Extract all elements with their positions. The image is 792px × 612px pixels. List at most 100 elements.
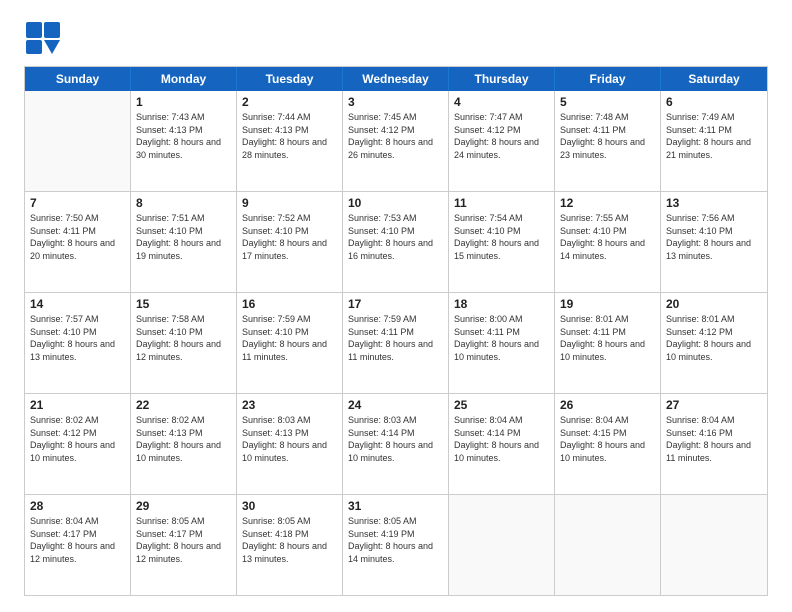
calendar-cell: [555, 495, 661, 595]
cell-info: Sunrise: 7:47 AMSunset: 4:12 PMDaylight:…: [454, 111, 549, 161]
day-number: 19: [560, 296, 655, 312]
day-number: 9: [242, 195, 337, 211]
weekday-header: Tuesday: [237, 67, 343, 91]
cell-info: Sunrise: 7:59 AMSunset: 4:11 PMDaylight:…: [348, 313, 443, 363]
calendar-cell: 11Sunrise: 7:54 AMSunset: 4:10 PMDayligh…: [449, 192, 555, 292]
calendar-cell: 30Sunrise: 8:05 AMSunset: 4:18 PMDayligh…: [237, 495, 343, 595]
calendar-cell: 21Sunrise: 8:02 AMSunset: 4:12 PMDayligh…: [25, 394, 131, 494]
cell-info: Sunrise: 7:50 AMSunset: 4:11 PMDaylight:…: [30, 212, 125, 262]
cell-info: Sunrise: 8:04 AMSunset: 4:14 PMDaylight:…: [454, 414, 549, 464]
calendar-cell: 24Sunrise: 8:03 AMSunset: 4:14 PMDayligh…: [343, 394, 449, 494]
day-number: 31: [348, 498, 443, 514]
calendar-cell: 25Sunrise: 8:04 AMSunset: 4:14 PMDayligh…: [449, 394, 555, 494]
calendar-row: 21Sunrise: 8:02 AMSunset: 4:12 PMDayligh…: [25, 393, 767, 494]
cell-info: Sunrise: 7:49 AMSunset: 4:11 PMDaylight:…: [666, 111, 762, 161]
weekday-header: Sunday: [25, 67, 131, 91]
calendar-cell: 18Sunrise: 8:00 AMSunset: 4:11 PMDayligh…: [449, 293, 555, 393]
cell-info: Sunrise: 8:02 AMSunset: 4:12 PMDaylight:…: [30, 414, 125, 464]
calendar-cell: 5Sunrise: 7:48 AMSunset: 4:11 PMDaylight…: [555, 91, 661, 191]
day-number: 7: [30, 195, 125, 211]
day-number: 29: [136, 498, 231, 514]
day-number: 4: [454, 94, 549, 110]
day-number: 8: [136, 195, 231, 211]
page: SundayMondayTuesdayWednesdayThursdayFrid…: [0, 0, 792, 612]
calendar-cell: 17Sunrise: 7:59 AMSunset: 4:11 PMDayligh…: [343, 293, 449, 393]
cell-info: Sunrise: 7:52 AMSunset: 4:10 PMDaylight:…: [242, 212, 337, 262]
day-number: 27: [666, 397, 762, 413]
calendar-cell: 20Sunrise: 8:01 AMSunset: 4:12 PMDayligh…: [661, 293, 767, 393]
day-number: 3: [348, 94, 443, 110]
cell-info: Sunrise: 7:57 AMSunset: 4:10 PMDaylight:…: [30, 313, 125, 363]
cell-info: Sunrise: 8:03 AMSunset: 4:14 PMDaylight:…: [348, 414, 443, 464]
weekday-header: Saturday: [661, 67, 767, 91]
calendar-cell: 1Sunrise: 7:43 AMSunset: 4:13 PMDaylight…: [131, 91, 237, 191]
weekday-header: Friday: [555, 67, 661, 91]
cell-info: Sunrise: 8:01 AMSunset: 4:12 PMDaylight:…: [666, 313, 762, 363]
cell-info: Sunrise: 8:05 AMSunset: 4:17 PMDaylight:…: [136, 515, 231, 565]
calendar-cell: 23Sunrise: 8:03 AMSunset: 4:13 PMDayligh…: [237, 394, 343, 494]
cell-info: Sunrise: 7:54 AMSunset: 4:10 PMDaylight:…: [454, 212, 549, 262]
calendar-cell: 28Sunrise: 8:04 AMSunset: 4:17 PMDayligh…: [25, 495, 131, 595]
day-number: 11: [454, 195, 549, 211]
cell-info: Sunrise: 8:04 AMSunset: 4:16 PMDaylight:…: [666, 414, 762, 464]
day-number: 20: [666, 296, 762, 312]
day-number: 15: [136, 296, 231, 312]
cell-info: Sunrise: 7:43 AMSunset: 4:13 PMDaylight:…: [136, 111, 231, 161]
calendar-cell: 8Sunrise: 7:51 AMSunset: 4:10 PMDaylight…: [131, 192, 237, 292]
cell-info: Sunrise: 8:05 AMSunset: 4:19 PMDaylight:…: [348, 515, 443, 565]
day-number: 12: [560, 195, 655, 211]
calendar-cell: 14Sunrise: 7:57 AMSunset: 4:10 PMDayligh…: [25, 293, 131, 393]
day-number: 1: [136, 94, 231, 110]
cell-info: Sunrise: 7:45 AMSunset: 4:12 PMDaylight:…: [348, 111, 443, 161]
cell-info: Sunrise: 8:01 AMSunset: 4:11 PMDaylight:…: [560, 313, 655, 363]
day-number: 30: [242, 498, 337, 514]
calendar-cell: 29Sunrise: 8:05 AMSunset: 4:17 PMDayligh…: [131, 495, 237, 595]
cell-info: Sunrise: 7:55 AMSunset: 4:10 PMDaylight:…: [560, 212, 655, 262]
calendar-cell: 7Sunrise: 7:50 AMSunset: 4:11 PMDaylight…: [25, 192, 131, 292]
cell-info: Sunrise: 7:51 AMSunset: 4:10 PMDaylight:…: [136, 212, 231, 262]
day-number: 25: [454, 397, 549, 413]
calendar-cell: 6Sunrise: 7:49 AMSunset: 4:11 PMDaylight…: [661, 91, 767, 191]
day-number: 21: [30, 397, 125, 413]
calendar-cell: 19Sunrise: 8:01 AMSunset: 4:11 PMDayligh…: [555, 293, 661, 393]
calendar-cell: 9Sunrise: 7:52 AMSunset: 4:10 PMDaylight…: [237, 192, 343, 292]
cell-info: Sunrise: 8:04 AMSunset: 4:15 PMDaylight:…: [560, 414, 655, 464]
cell-info: Sunrise: 8:00 AMSunset: 4:11 PMDaylight:…: [454, 313, 549, 363]
cell-info: Sunrise: 7:56 AMSunset: 4:10 PMDaylight:…: [666, 212, 762, 262]
calendar-row: 7Sunrise: 7:50 AMSunset: 4:11 PMDaylight…: [25, 191, 767, 292]
day-number: 10: [348, 195, 443, 211]
calendar-cell: [661, 495, 767, 595]
day-number: 13: [666, 195, 762, 211]
cell-info: Sunrise: 8:03 AMSunset: 4:13 PMDaylight:…: [242, 414, 337, 464]
calendar-body: 1Sunrise: 7:43 AMSunset: 4:13 PMDaylight…: [25, 91, 767, 595]
calendar-cell: 31Sunrise: 8:05 AMSunset: 4:19 PMDayligh…: [343, 495, 449, 595]
calendar-cell: 16Sunrise: 7:59 AMSunset: 4:10 PMDayligh…: [237, 293, 343, 393]
day-number: 22: [136, 397, 231, 413]
cell-info: Sunrise: 8:02 AMSunset: 4:13 PMDaylight:…: [136, 414, 231, 464]
cell-info: Sunrise: 7:58 AMSunset: 4:10 PMDaylight:…: [136, 313, 231, 363]
logo-icon: [24, 20, 62, 56]
cell-info: Sunrise: 7:53 AMSunset: 4:10 PMDaylight:…: [348, 212, 443, 262]
weekday-header: Wednesday: [343, 67, 449, 91]
calendar-header: SundayMondayTuesdayWednesdayThursdayFrid…: [25, 67, 767, 91]
calendar: SundayMondayTuesdayWednesdayThursdayFrid…: [24, 66, 768, 596]
day-number: 2: [242, 94, 337, 110]
weekday-header: Monday: [131, 67, 237, 91]
calendar-cell: [25, 91, 131, 191]
logo: [24, 20, 66, 56]
day-number: 17: [348, 296, 443, 312]
day-number: 26: [560, 397, 655, 413]
calendar-row: 1Sunrise: 7:43 AMSunset: 4:13 PMDaylight…: [25, 91, 767, 191]
calendar-cell: 10Sunrise: 7:53 AMSunset: 4:10 PMDayligh…: [343, 192, 449, 292]
calendar-row: 28Sunrise: 8:04 AMSunset: 4:17 PMDayligh…: [25, 494, 767, 595]
cell-info: Sunrise: 7:59 AMSunset: 4:10 PMDaylight:…: [242, 313, 337, 363]
calendar-cell: 27Sunrise: 8:04 AMSunset: 4:16 PMDayligh…: [661, 394, 767, 494]
cell-info: Sunrise: 7:48 AMSunset: 4:11 PMDaylight:…: [560, 111, 655, 161]
cell-info: Sunrise: 8:04 AMSunset: 4:17 PMDaylight:…: [30, 515, 125, 565]
calendar-cell: 2Sunrise: 7:44 AMSunset: 4:13 PMDaylight…: [237, 91, 343, 191]
day-number: 23: [242, 397, 337, 413]
day-number: 6: [666, 94, 762, 110]
day-number: 18: [454, 296, 549, 312]
day-number: 16: [242, 296, 337, 312]
calendar-cell: 13Sunrise: 7:56 AMSunset: 4:10 PMDayligh…: [661, 192, 767, 292]
